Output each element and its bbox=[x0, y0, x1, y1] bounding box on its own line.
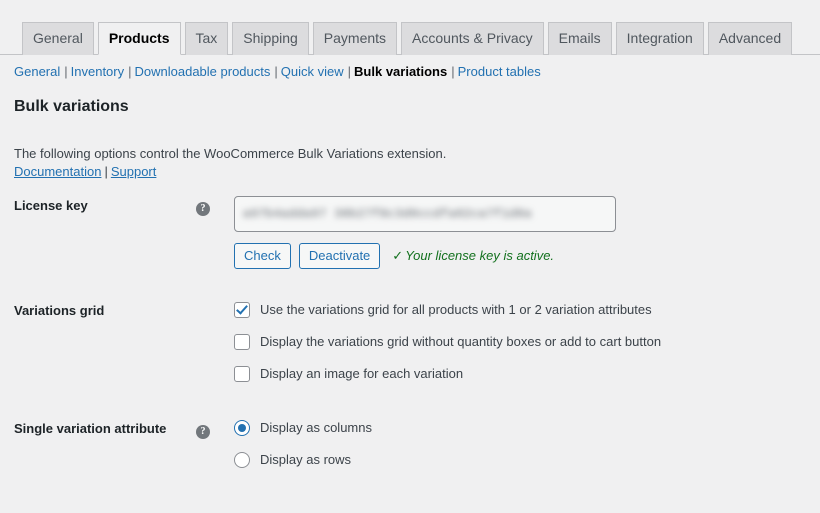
subnav-separator: | bbox=[64, 64, 68, 79]
product-subnav: General | Inventory | Downloadable products |… bbox=[14, 63, 541, 80]
links-separator: | bbox=[104, 164, 108, 179]
subnav-item-general[interactable]: General bbox=[14, 64, 60, 79]
license-key-controls: a97b4adda97 38b27f8c3d0ccdfa02ca7f1d8a C… bbox=[234, 196, 820, 269]
variations-grid-tip-col bbox=[196, 301, 234, 304]
license-status-text: ✓ Your license key is active. bbox=[392, 248, 554, 264]
subnav-item-inventory[interactable]: Inventory bbox=[71, 64, 124, 79]
tab-products[interactable]: Products bbox=[97, 22, 181, 55]
license-key-row: License key ? a97b4adda97 38b27f8c3d0ccd… bbox=[0, 196, 820, 269]
settings-form-table: License key ? a97b4adda97 38b27f8c3d0ccd… bbox=[0, 196, 820, 469]
section-help-links: Documentation | Support bbox=[14, 163, 156, 181]
tab-advanced[interactable]: Advanced bbox=[707, 22, 793, 55]
subnav-item-downloadable-products[interactable]: Downloadable products bbox=[135, 64, 271, 79]
checkbox-hide-quantity-and-cart[interactable]: Display the variations grid without quan… bbox=[234, 333, 820, 351]
license-key-help-col: ? bbox=[196, 196, 234, 216]
checkbox-label: Use the variations grid for all products… bbox=[260, 302, 652, 317]
checkbox-label: Display an image for each variation bbox=[260, 366, 464, 381]
single-variation-radio-list: Display as columns Display as rows bbox=[234, 419, 820, 469]
subnav-separator: | bbox=[347, 64, 352, 79]
checkbox-display-variation-image[interactable]: Display an image for each variation bbox=[234, 365, 820, 383]
license-key-label: License key bbox=[14, 198, 88, 213]
license-key-value: a97b4adda97 38b27f8c3d0ccdfa02ca7f1d8a bbox=[243, 207, 532, 221]
license-key-input[interactable]: a97b4adda97 38b27f8c3d0ccdfa02ca7f1d8a bbox=[234, 196, 616, 232]
checkbox-icon[interactable] bbox=[234, 302, 250, 318]
radio-display-as-rows[interactable]: Display as rows bbox=[234, 451, 820, 469]
help-icon[interactable]: ? bbox=[196, 202, 210, 216]
variations-grid-row: Variations grid Use the variations grid … bbox=[0, 301, 820, 383]
radio-icon[interactable] bbox=[234, 452, 250, 468]
license-actions: Check Deactivate ✓ Your license key is ac… bbox=[234, 243, 820, 269]
subnav-separator: | bbox=[451, 64, 455, 79]
single-variation-attribute-row: Single variation attribute ? Display as … bbox=[0, 419, 820, 469]
check-license-button[interactable]: Check bbox=[234, 243, 291, 269]
tab-accounts-privacy[interactable]: Accounts & Privacy bbox=[401, 22, 544, 55]
subnav-separator: | bbox=[274, 64, 278, 79]
deactivate-license-button[interactable]: Deactivate bbox=[298, 243, 381, 269]
tab-integration[interactable]: Integration bbox=[615, 22, 704, 55]
single-variation-attribute-options: Display as columns Display as rows bbox=[234, 419, 820, 469]
tab-tax[interactable]: Tax bbox=[184, 22, 229, 55]
subnav-item-bulk-variations[interactable]: Bulk variations bbox=[354, 64, 447, 79]
subnav-item-product-tables[interactable]: Product tables bbox=[458, 64, 541, 79]
radio-label: Display as rows bbox=[260, 452, 352, 467]
tab-general[interactable]: General bbox=[22, 22, 94, 55]
single-variation-attribute-label: Single variation attribute bbox=[14, 421, 167, 436]
tab-emails[interactable]: Emails bbox=[547, 22, 612, 55]
checkbox-use-variations-grid[interactable]: Use the variations grid for all products… bbox=[234, 301, 820, 319]
license-status-message: Your license key is active. bbox=[405, 248, 555, 263]
page-title: Bulk variations bbox=[14, 98, 129, 115]
radio-icon[interactable] bbox=[234, 420, 250, 436]
checkbox-icon[interactable] bbox=[234, 334, 250, 350]
variations-grid-checkbox-list: Use the variations grid for all products… bbox=[234, 301, 820, 383]
subnav-item-quick-view[interactable]: Quick view bbox=[281, 64, 344, 79]
subnav-separator: | bbox=[128, 64, 132, 79]
check-icon: ✓ bbox=[392, 248, 404, 263]
settings-tab-bar: General Products Tax Shipping Payments Accoun… bbox=[0, 22, 820, 55]
checkbox-icon[interactable] bbox=[234, 366, 250, 382]
variations-grid-options: Use the variations grid for all products… bbox=[234, 301, 820, 383]
documentation-link[interactable]: Documentation bbox=[14, 164, 101, 179]
single-variation-help-col: ? bbox=[196, 419, 234, 439]
tab-shipping[interactable]: Shipping bbox=[232, 22, 309, 55]
help-icon[interactable]: ? bbox=[196, 425, 210, 439]
variations-grid-label: Variations grid bbox=[14, 303, 105, 318]
section-description: The following options control the WooCom… bbox=[14, 146, 447, 161]
radio-display-as-columns[interactable]: Display as columns bbox=[234, 419, 820, 437]
radio-label: Display as columns bbox=[260, 420, 372, 435]
checkbox-label: Display the variations grid without quan… bbox=[260, 334, 662, 349]
support-link[interactable]: Support bbox=[111, 164, 157, 179]
tab-payments[interactable]: Payments bbox=[312, 22, 398, 55]
